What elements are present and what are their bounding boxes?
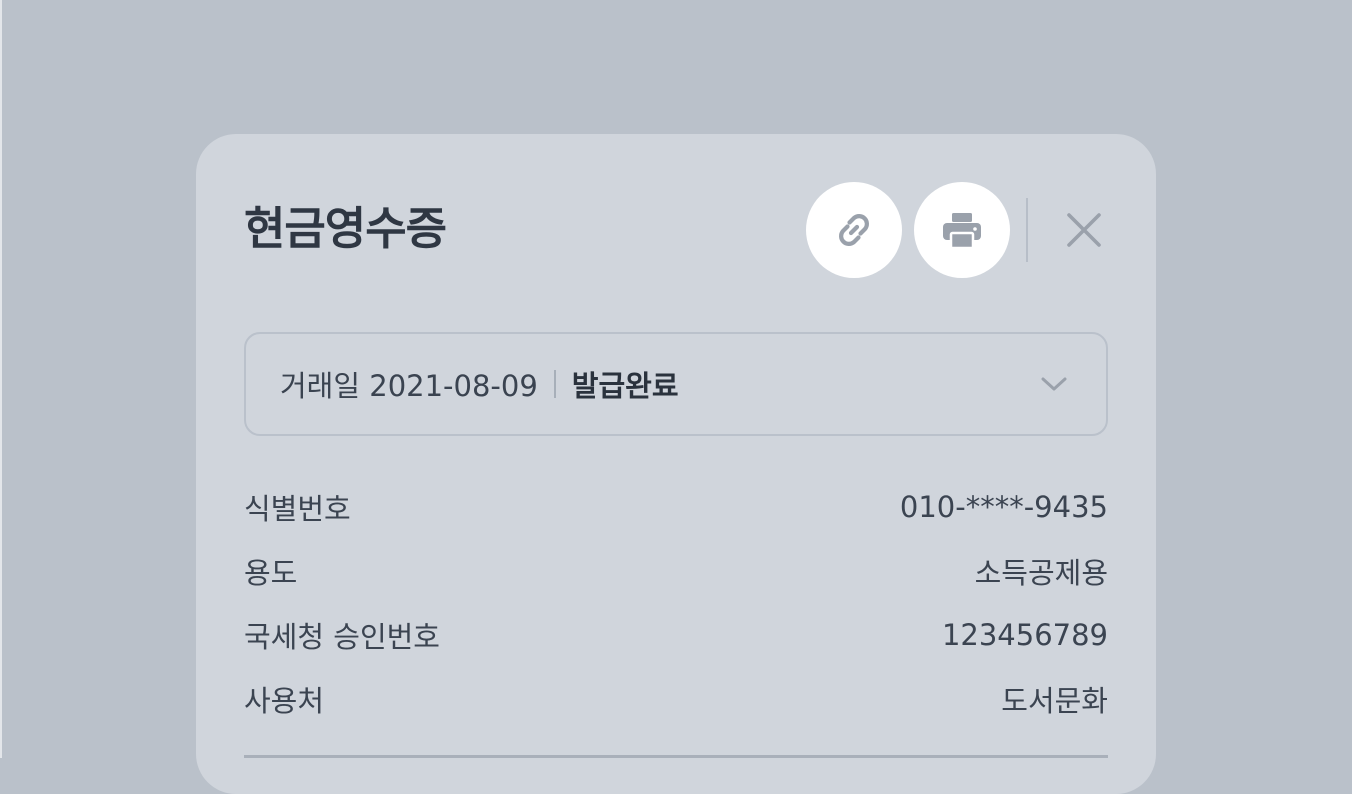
detail-value: 도서문화 — [1001, 684, 1108, 718]
close-button[interactable] — [1060, 206, 1108, 254]
detail-row-approval-number: 국세청 승인번호 123456789 — [244, 613, 1108, 657]
link-icon — [839, 214, 869, 246]
printer-icon — [943, 213, 981, 250]
cash-receipt-modal: 현금영수증 거래일 2021-08-09 발급완료 식별번호 010-****-… — [196, 134, 1156, 794]
select-separator — [553, 370, 556, 398]
chevron-down-icon — [1041, 377, 1067, 391]
detail-label: 식별번호 — [244, 492, 351, 526]
detail-row-purpose: 용도 소득공제용 — [244, 549, 1108, 593]
close-icon — [1067, 213, 1101, 247]
header-divider — [1026, 198, 1028, 262]
copy-link-button[interactable] — [806, 182, 902, 278]
detail-label: 국세청 승인번호 — [244, 620, 440, 654]
transaction-date: 거래일 2021-08-09 — [280, 369, 538, 403]
transaction-select[interactable]: 거래일 2021-08-09 발급완료 — [244, 332, 1108, 436]
detail-label: 사용처 — [244, 684, 325, 718]
select-value: 거래일 2021-08-09 발급완료 — [280, 334, 679, 434]
issue-status: 발급완료 — [571, 369, 679, 403]
print-button[interactable] — [914, 182, 1010, 278]
detail-value: 소득공제용 — [974, 556, 1108, 590]
detail-row-usage-place: 사용처 도서문화 — [244, 677, 1108, 721]
modal-title: 현금영수증 — [244, 202, 447, 255]
detail-value: 010-****-9435 — [899, 490, 1108, 524]
page-edge — [0, 0, 2, 758]
detail-row-id-number: 식별번호 010-****-9435 — [244, 485, 1108, 529]
detail-value: 123456789 — [941, 618, 1108, 652]
detail-label: 용도 — [244, 556, 298, 590]
